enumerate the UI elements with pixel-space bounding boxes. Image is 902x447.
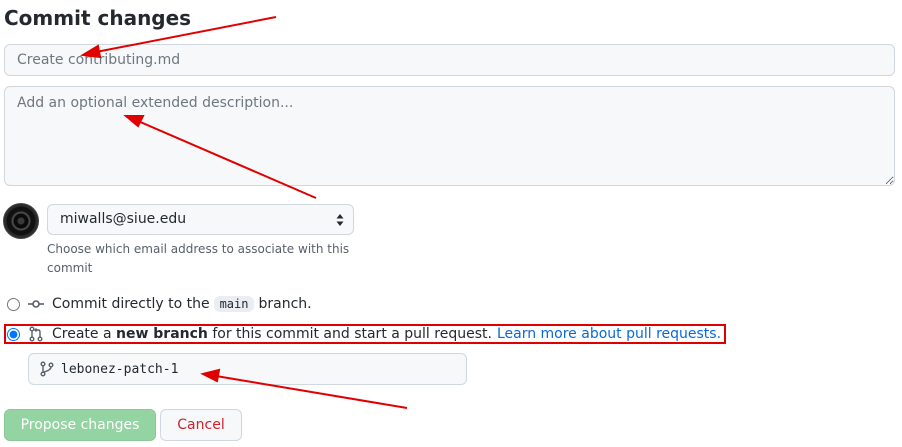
email-select-value: miwalls@siue.edu xyxy=(60,211,187,227)
commit-description-input[interactable] xyxy=(4,86,895,186)
learn-more-link[interactable]: Learn more about pull requests. xyxy=(497,326,721,342)
base-branch-name: main xyxy=(213,296,255,312)
new-branch-radio[interactable] xyxy=(7,327,20,341)
commit-summary-input[interactable] xyxy=(4,44,895,76)
cancel-button[interactable]: Cancel xyxy=(160,409,242,441)
git-branch-icon xyxy=(39,361,55,377)
propose-changes-button[interactable]: Propose changes xyxy=(4,409,156,441)
commit-direct-label: Commit directly to the xyxy=(52,296,210,312)
git-pull-request-icon xyxy=(28,326,44,342)
new-branch-option[interactable]: Create a new branch for this commit and … xyxy=(4,326,721,342)
commit-direct-suffix: branch. xyxy=(258,296,312,312)
select-arrows-icon xyxy=(336,214,344,226)
commit-direct-radio[interactable] xyxy=(7,297,20,311)
new-branch-label-suffix: for this commit and start a pull request… xyxy=(212,326,492,342)
commit-direct-option[interactable]: Commit directly to the main branch. xyxy=(4,296,312,312)
new-branch-label-bold: new branch xyxy=(116,326,208,342)
page-title: Commit changes xyxy=(4,6,192,30)
new-branch-label-prefix: Create a xyxy=(52,326,112,342)
branch-name-value: lebonez-patch-1 xyxy=(61,361,179,377)
email-note: Choose which email address to associate … xyxy=(47,242,350,275)
avatar xyxy=(3,203,39,239)
email-select[interactable]: miwalls@siue.edu xyxy=(47,204,354,235)
git-commit-icon xyxy=(28,296,44,312)
branch-name-input[interactable]: lebonez-patch-1 xyxy=(28,353,467,385)
